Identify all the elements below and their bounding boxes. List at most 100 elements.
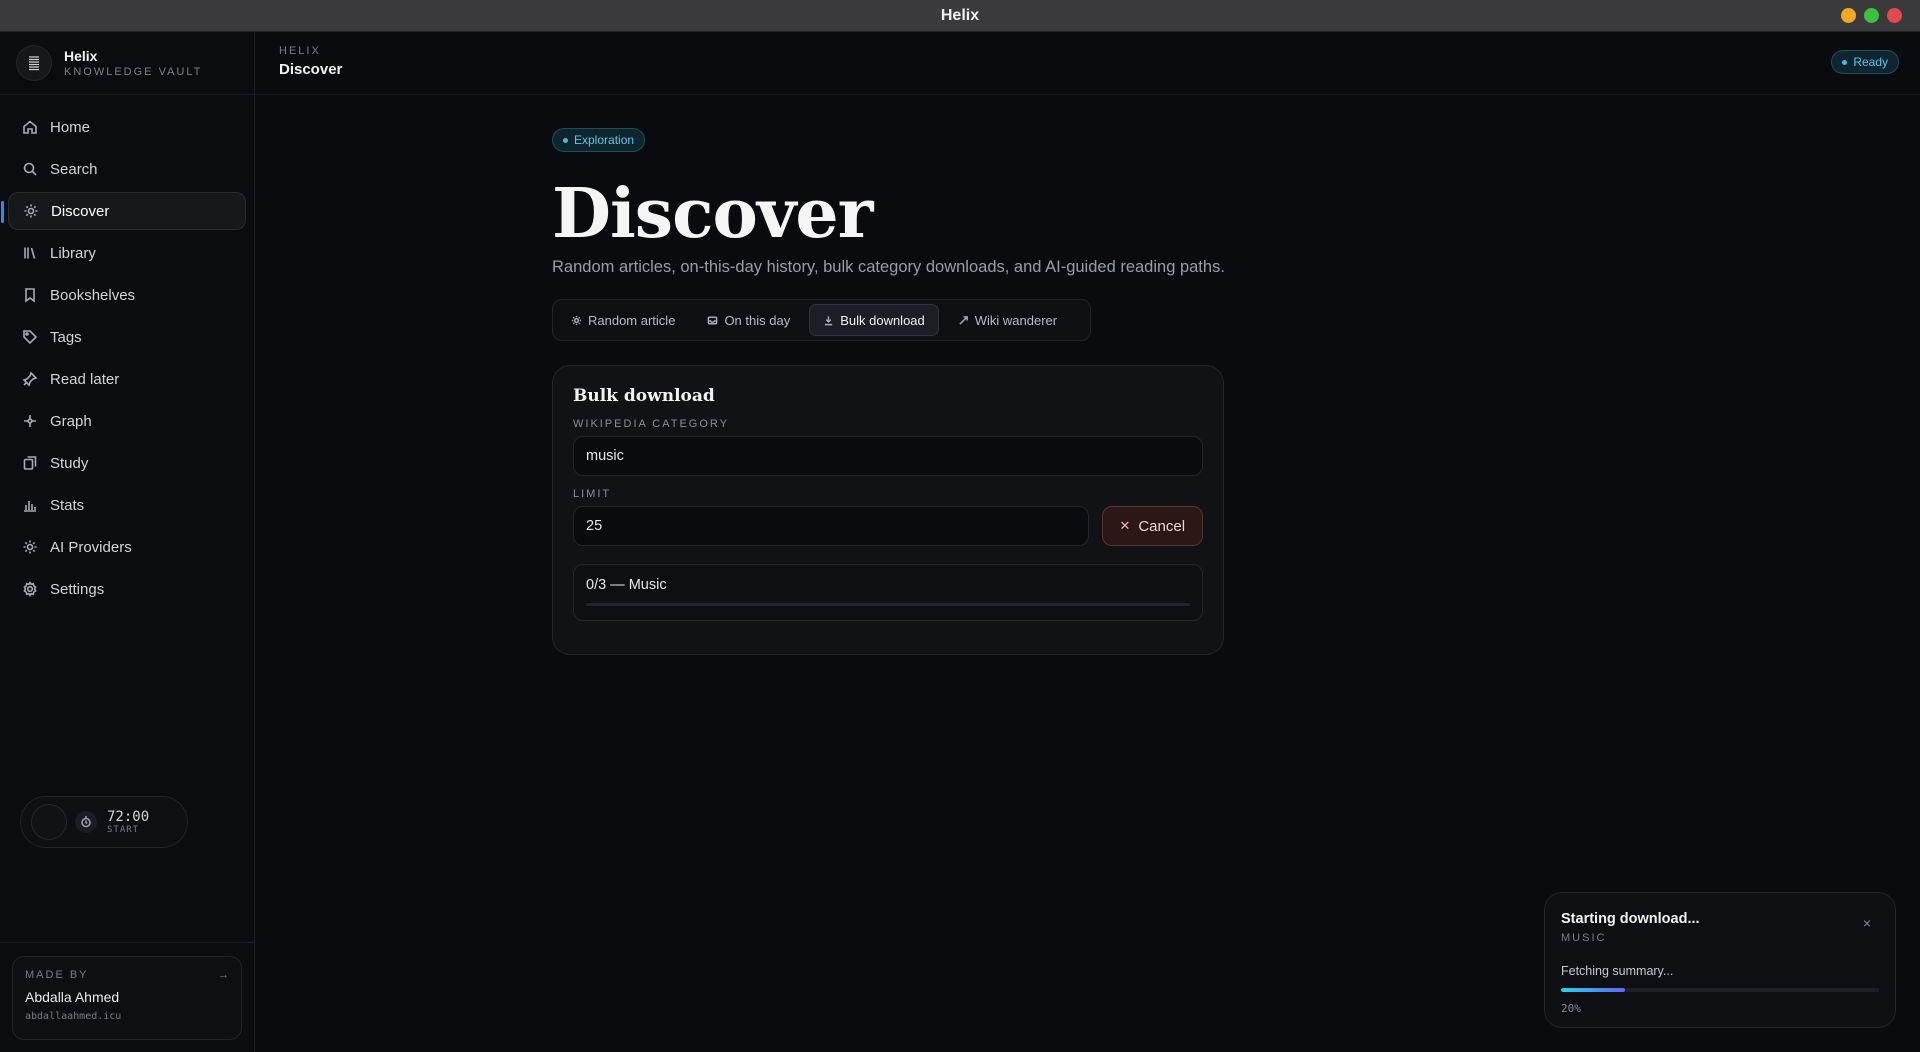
graph-icon xyxy=(24,415,36,427)
status-badge: Ready xyxy=(1831,50,1899,74)
window-controls xyxy=(1841,8,1902,23)
pill-label: Exploration xyxy=(574,133,635,147)
tab-wiki-wanderer[interactable]: Wiki wanderer xyxy=(945,304,1070,336)
close-icon[interactable]: × xyxy=(1863,915,1871,931)
brand-name: Helix xyxy=(64,48,98,64)
ai-icon xyxy=(23,540,37,554)
progress-text: 0/3 — Music xyxy=(586,577,667,593)
sidebar-item-label: Library xyxy=(50,244,96,262)
focus-timer[interactable]: 72:00 START xyxy=(20,796,188,848)
sidebar-item-stats[interactable]: Stats xyxy=(8,486,246,524)
pin-icon xyxy=(22,371,38,387)
timer-icon xyxy=(75,811,97,833)
tab-label: On this day xyxy=(724,312,791,328)
sidebar-item-graph[interactable]: Graph xyxy=(8,402,246,440)
sidebar-item-label: Bookshelves xyxy=(50,286,136,304)
bulk-download-card: Bulk download WIKIPEDIA CATEGORY music L… xyxy=(552,365,1224,655)
window-title: Helix xyxy=(940,6,980,24)
sidebar-item-tags[interactable]: Tags xyxy=(8,318,246,356)
sidebar-item-label: Discover xyxy=(51,202,110,220)
tag-icon xyxy=(23,330,38,345)
sidebar-item-library[interactable]: Library xyxy=(8,234,246,272)
page-subtitle: Random articles, on-this-day history, bu… xyxy=(552,258,1225,276)
tab-label: Random article xyxy=(588,312,676,328)
sidebar-item-bookshelves[interactable]: Bookshelves xyxy=(8,276,246,314)
timer-ring xyxy=(31,804,67,840)
sidebar-item-label: Settings xyxy=(50,580,105,598)
sidebar-item-label: Study xyxy=(50,454,89,472)
sidebar-item-label: Read later xyxy=(50,370,120,388)
card-title: Bulk download xyxy=(573,386,715,406)
category-input[interactable]: music xyxy=(573,436,1203,476)
sidebar-item-ai-providers[interactable]: AI Providers xyxy=(8,528,246,566)
limit-input[interactable]: 25 xyxy=(573,506,1089,546)
sidebar-item-settings[interactable]: Settings xyxy=(8,570,246,608)
tab-label: Wiki wanderer xyxy=(974,312,1058,328)
library-icon xyxy=(24,247,36,259)
toast-progress-bar xyxy=(1561,988,1879,992)
maximize-button[interactable] xyxy=(1864,8,1879,23)
author-name: Abdalla Ahmed xyxy=(25,989,120,1005)
breadcrumb: HELIX xyxy=(279,45,321,57)
close-icon: ✕ xyxy=(1119,518,1131,533)
sidebar-item-label: Graph xyxy=(50,412,92,430)
toast-subtitle: MUSIC xyxy=(1561,932,1607,944)
author-site: abdallaahmed.icu xyxy=(25,1011,122,1022)
sidebar-item-read-later[interactable]: Read later xyxy=(8,360,246,398)
made-by-label: MADE BY xyxy=(25,969,89,981)
layers-icon xyxy=(16,45,52,81)
sidebar-item-home[interactable]: Home xyxy=(8,108,246,146)
wander-icon xyxy=(959,315,968,325)
header-title: Discover xyxy=(279,61,343,78)
inbox-icon xyxy=(708,316,718,324)
sidebar-item-study[interactable]: Study xyxy=(8,444,246,482)
timer-start-label: START xyxy=(107,825,140,835)
download-toast: Starting download... MUSIC × Fetching su… xyxy=(1544,892,1896,1028)
progress-bar xyxy=(586,603,1190,606)
arrow-right-icon: → xyxy=(218,969,229,981)
download-icon xyxy=(825,315,833,325)
search-icon xyxy=(23,162,37,176)
cancel-label: Cancel xyxy=(1138,517,1186,535)
sidebar: Helix KNOWLEDGE VAULT Home Search Discov… xyxy=(0,32,255,1052)
minimize-button[interactable] xyxy=(1841,8,1856,23)
brand-subtitle: KNOWLEDGE VAULT xyxy=(64,66,203,78)
tab-label: Bulk download xyxy=(840,312,925,328)
sidebar-item-search[interactable]: Search xyxy=(8,150,246,188)
bookmark-icon xyxy=(25,288,35,303)
sidebar-item-discover[interactable]: Discover xyxy=(1,192,246,230)
tab-bulk-download[interactable]: Bulk download xyxy=(809,304,939,336)
sidebar-item-label: Stats xyxy=(50,496,85,514)
main-content: Exploration Discover Random articles, on… xyxy=(552,128,1225,655)
window-titlebar: Helix xyxy=(0,0,1920,32)
sidebar-footer: MADE BY Abdalla Ahmed abdallaahmed.icu → xyxy=(0,942,255,1052)
bar-chart-icon xyxy=(24,501,36,512)
close-window-button[interactable] xyxy=(1887,8,1902,23)
sparkle-icon xyxy=(571,315,582,325)
tab-on-this-day[interactable]: On this day xyxy=(694,304,803,336)
cards-icon xyxy=(23,456,37,470)
discover-tabs: Random article On this day Bulk download… xyxy=(552,299,1091,341)
category-label: WIKIPEDIA CATEGORY xyxy=(573,418,730,430)
toast-progress-fill xyxy=(1561,988,1625,992)
top-header: HELIX Discover Ready xyxy=(255,32,1920,95)
toast-message: Fetching summary... xyxy=(1561,964,1674,978)
sidebar-item-label: Tags xyxy=(50,328,82,346)
tab-random-article[interactable]: Random article xyxy=(558,304,688,336)
cancel-button[interactable]: ✕ Cancel xyxy=(1101,506,1203,546)
sparkle-icon xyxy=(24,204,38,218)
download-progress: 0/3 — Music xyxy=(573,564,1203,621)
pill-dot-icon xyxy=(563,137,568,143)
toast-title: Starting download... xyxy=(1561,911,1700,927)
timer-time: 72:00 xyxy=(107,809,150,825)
sidebar-item-label: Home xyxy=(50,118,91,136)
toast-percent: 20% xyxy=(1561,1002,1581,1015)
status-text: Ready xyxy=(1853,55,1888,69)
sidebar-nav: Home Search Discover Library Bookshelves… xyxy=(0,95,254,608)
page-title: Discover xyxy=(552,174,873,254)
brand: Helix KNOWLEDGE VAULT xyxy=(0,32,254,95)
made-by-card[interactable]: MADE BY Abdalla Ahmed abdallaahmed.icu → xyxy=(12,956,242,1040)
gear-icon xyxy=(23,581,37,597)
limit-label: LIMIT xyxy=(573,488,612,500)
sidebar-item-label: AI Providers xyxy=(50,538,132,556)
